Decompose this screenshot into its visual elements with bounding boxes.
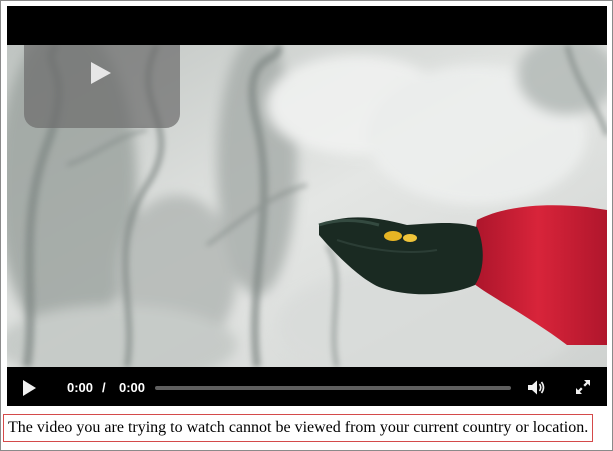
fullscreen-icon bbox=[576, 380, 590, 394]
duration-time: 0:00 bbox=[119, 380, 146, 395]
geo-restriction-notice: The video you are trying to watch cannot… bbox=[3, 414, 593, 442]
play-icon bbox=[23, 380, 36, 396]
page-frame: 0:00 / 0:00 The video you are trying to … bbox=[0, 0, 613, 451]
fullscreen-button[interactable] bbox=[575, 379, 591, 395]
play-icon bbox=[91, 62, 111, 84]
seek-bar[interactable] bbox=[155, 386, 511, 390]
volume-button[interactable] bbox=[527, 379, 545, 396]
video-player[interactable]: 0:00 / 0:00 bbox=[7, 6, 607, 406]
play-button[interactable] bbox=[23, 380, 37, 396]
time-separator: / bbox=[102, 380, 106, 395]
big-play-button[interactable] bbox=[24, 45, 180, 128]
control-bar: 0:00 / 0:00 bbox=[7, 367, 607, 406]
volume-icon bbox=[528, 380, 545, 395]
current-time: 0:00 bbox=[67, 380, 94, 395]
